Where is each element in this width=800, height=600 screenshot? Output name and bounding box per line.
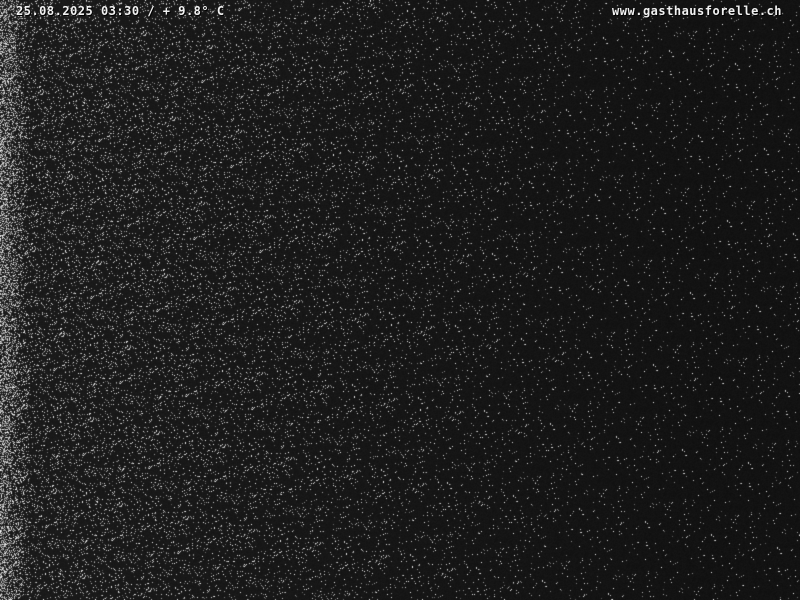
timestamp-overlay: 25.08.2025 03:30 / + 9.8° C — [16, 4, 225, 18]
webcam-frame: 25.08.2025 03:30 / + 9.8° C www.gasthaus… — [0, 0, 800, 600]
night-noise-image — [0, 0, 800, 600]
website-overlay: www.gasthausforelle.ch — [612, 4, 782, 18]
